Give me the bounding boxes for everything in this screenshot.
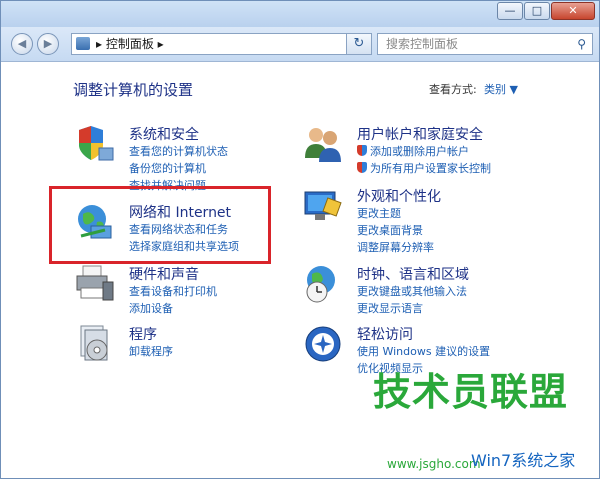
- category-link[interactable]: 添加设备: [129, 300, 173, 316]
- highlight-box: [49, 186, 271, 264]
- view-by-label: 查看方式:: [429, 83, 477, 96]
- minimize-button[interactable]: —: [497, 2, 523, 20]
- category-link[interactable]: 更改桌面背景: [357, 222, 423, 238]
- programs-icon[interactable]: [75, 324, 115, 364]
- category-link[interactable]: 为所有用户设置家长控制: [357, 160, 491, 176]
- maximize-button[interactable]: □: [524, 2, 550, 20]
- clock-globe-icon[interactable]: [303, 264, 343, 304]
- page-title: 调整计算机的设置: [73, 81, 194, 99]
- control-panel-window: — □ ✕ ◀ ▶ ▸ 控制面板 ▸ ▼ ↻ 搜索控制面板 ⚲ 调整计算机的设置…: [0, 0, 600, 479]
- search-icon[interactable]: ⚲: [577, 37, 586, 51]
- category-link[interactable]: 更改显示语言: [357, 300, 423, 316]
- category-title[interactable]: 轻松访问: [357, 324, 413, 344]
- category-link[interactable]: 查看设备和打印机: [129, 283, 217, 299]
- printer-icon[interactable]: [75, 264, 115, 304]
- forward-button[interactable]: ▶: [37, 33, 59, 55]
- category-title[interactable]: 硬件和声音: [129, 264, 199, 284]
- watermark-logo: 技术员联盟: [373, 370, 569, 414]
- window-controls: — □ ✕: [497, 2, 595, 20]
- category-link[interactable]: 更改键盘或其他输入法: [357, 283, 467, 299]
- display-monitor-icon[interactable]: [303, 186, 343, 226]
- navigation-bar: ◀ ▶ ▸ 控制面板 ▸ ▼ ↻ 搜索控制面板 ⚲: [1, 27, 599, 62]
- category-link[interactable]: 添加或删除用户帐户: [357, 143, 469, 159]
- watermark-url: www.jsgho.com: [387, 457, 481, 471]
- category-title[interactable]: 用户帐户和家庭安全: [357, 124, 483, 144]
- category-title[interactable]: 外观和个性化: [357, 186, 441, 206]
- close-button[interactable]: ✕: [551, 2, 595, 20]
- category-link[interactable]: 使用 Windows 建议的设置: [357, 343, 490, 359]
- security-shield-icon[interactable]: [75, 124, 115, 164]
- control-panel-icon: [76, 37, 90, 50]
- category-link[interactable]: 调整屏幕分辨率: [357, 239, 434, 255]
- back-button[interactable]: ◀: [11, 33, 33, 55]
- control-panel-content: 调整计算机的设置 查看方式: 类别 ▼ 系统和安全 查看您的计算机状态 备份您的…: [1, 62, 599, 478]
- address-text: ▸ 控制面板 ▸: [96, 37, 164, 51]
- category-link[interactable]: 卸载程序: [129, 343, 173, 359]
- uac-shield-icon: [357, 145, 367, 156]
- category-title[interactable]: 时钟、语言和区域: [357, 264, 469, 284]
- category-link[interactable]: 更改主题: [357, 205, 401, 221]
- watermark-sub: Win7系统之家: [471, 451, 576, 470]
- category-title[interactable]: 系统和安全: [129, 124, 199, 144]
- refresh-button[interactable]: ↻: [346, 33, 372, 55]
- users-icon[interactable]: [303, 124, 343, 164]
- search-input[interactable]: 搜索控制面板 ⚲: [377, 33, 593, 55]
- category-link[interactable]: 查看您的计算机状态: [129, 143, 228, 159]
- ease-of-access-icon[interactable]: [303, 324, 343, 364]
- search-placeholder: 搜索控制面板: [386, 37, 459, 51]
- category-link[interactable]: 备份您的计算机: [129, 160, 206, 176]
- title-bar: — □ ✕: [1, 1, 599, 27]
- view-by-dropdown[interactable]: 类别 ▼: [484, 81, 518, 97]
- uac-shield-icon: [357, 162, 367, 173]
- category-title[interactable]: 程序: [129, 324, 157, 344]
- address-bar[interactable]: ▸ 控制面板 ▸ ▼: [71, 33, 369, 55]
